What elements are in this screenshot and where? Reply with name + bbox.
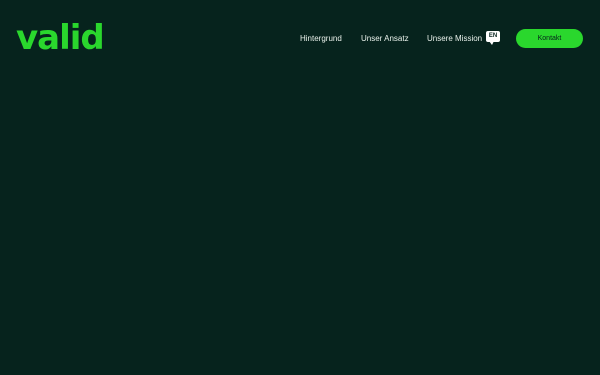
nav-item-unser-ansatz[interactable]: Unser Ansatz: [361, 33, 409, 45]
language-switch[interactable]: EN: [486, 31, 501, 46]
contact-button[interactable]: Kontakt: [516, 29, 583, 48]
nav-item-unsere-mission[interactable]: Unsere Mission: [427, 33, 482, 45]
speech-bubble-tail: [489, 41, 494, 45]
nav-item-hintergrund[interactable]: Hintergrund: [300, 33, 342, 45]
site-header: valid Hintergrund Unser Ansatz Unsere Mi…: [0, 0, 600, 80]
main-nav: Hintergrund Unser Ansatz Unsere Mission: [0, 33, 600, 47]
language-label: EN: [488, 33, 498, 39]
